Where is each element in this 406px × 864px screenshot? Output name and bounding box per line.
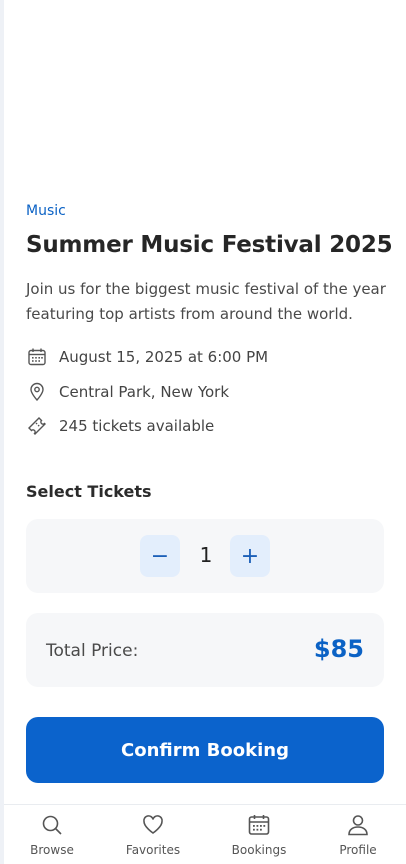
event-title: Summer Music Festival 2025 [26, 232, 393, 258]
quantity-stepper: − 1 + [26, 519, 384, 593]
decrease-quantity-button[interactable]: − [140, 535, 180, 577]
event-date-text: August 15, 2025 at 6:00 PM [59, 348, 269, 366]
total-price-label: Total Price: [46, 641, 139, 661]
tab-profile-label: Profile [339, 843, 377, 857]
total-price-value: $85 [313, 635, 364, 663]
increase-quantity-button[interactable]: + [230, 535, 270, 577]
tab-bookings[interactable]: Bookings [219, 811, 299, 857]
calendar-icon [247, 811, 271, 839]
event-location-row: Central Park, New York [26, 380, 229, 404]
tab-browse-label: Browse [30, 843, 74, 857]
event-description: Join us for the biggest music festival o… [26, 280, 386, 323]
tab-browse[interactable]: Browse [12, 811, 92, 857]
tab-favorites-label: Favorites [125, 843, 181, 857]
map-pin-icon [26, 381, 48, 403]
select-tickets-heading: Select Tickets [26, 482, 152, 501]
event-availability-row: 245 tickets available [26, 414, 214, 438]
tab-favorites[interactable]: Favorites [113, 811, 193, 857]
ticket-icon [26, 415, 48, 437]
ticket-quantity-value: 1 [199, 543, 213, 567]
calendar-icon [26, 346, 48, 368]
event-category: Music [26, 203, 66, 219]
confirm-booking-button[interactable]: Confirm Booking [26, 717, 384, 783]
tab-profile[interactable]: Profile [318, 811, 398, 857]
tab-bookings-label: Bookings [231, 843, 287, 857]
event-hero-image [4, 0, 406, 190]
heart-icon [141, 811, 165, 839]
event-detail-screen: Music Summer Music Festival 2025 Join us… [4, 0, 406, 864]
bottom-tab-bar: Browse Favorites Bookings Profile [4, 804, 406, 864]
user-icon [346, 811, 370, 839]
event-location-text: Central Park, New York [59, 383, 230, 401]
search-icon [40, 811, 64, 839]
event-date-row: August 15, 2025 at 6:00 PM [26, 345, 268, 369]
event-availability-text: 245 tickets available [59, 417, 215, 435]
total-price-card: Total Price: $85 [26, 613, 384, 687]
